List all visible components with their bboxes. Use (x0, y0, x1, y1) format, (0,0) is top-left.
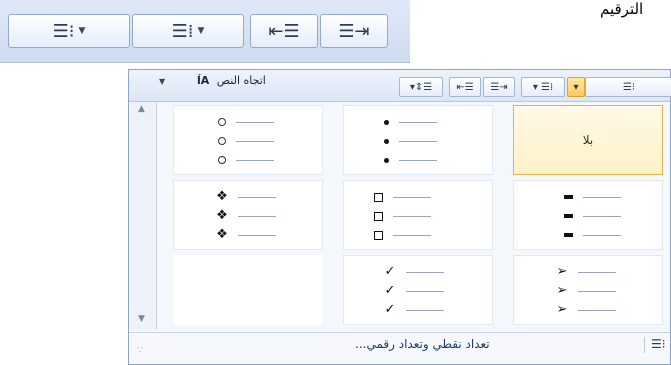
increase-indent-icon: ☰⇥ (338, 20, 370, 42)
bullet-dot-icon (384, 157, 389, 163)
none-label: بلا (582, 133, 594, 147)
bullet-square-icon (374, 230, 383, 240)
bullet-check-icon: ✓ (384, 283, 396, 298)
decrease-indent-icon: ⇤☰ (456, 81, 474, 93)
resize-grip[interactable]: ∵ (137, 346, 143, 356)
bullet-check-icon: ✓ (384, 302, 396, 317)
bullet-arrow-icon: ➢ (556, 264, 568, 279)
bullet-arrow-icon: ➢ (556, 283, 568, 298)
increase-indent-icon: ☰⇥ (490, 81, 508, 93)
decrease-indent-icon: ⇤☰ (268, 20, 300, 42)
decrease-indent-button[interactable]: ⇤☰ (449, 77, 481, 97)
numbering-title: الترقيم (600, 0, 644, 18)
bullet-ring-icon (218, 137, 226, 145)
bullets-and-numbering-link[interactable]: تعداد نقطي وتعداد رقمي... (355, 337, 490, 351)
increase-indent-button[interactable]: ☰⇥ (320, 14, 388, 48)
bullet-dash-icon (564, 195, 573, 199)
text-direction-label: اتجاه النص (216, 74, 266, 87)
numbering-split-button[interactable]: ▾ ☰⁞ (521, 77, 565, 97)
numbering-list-icon: ▾ ☰⁞ (532, 81, 554, 93)
chevron-down-icon[interactable]: ▼ (78, 26, 85, 36)
decrease-indent-button[interactable]: ⇤☰ (250, 14, 318, 48)
panel-footer: تعداد نقطي وتعداد رقمي... ☰⁝ ∵ (129, 332, 670, 357)
bullet-option-arrow[interactable]: ➢ ➢ ➢ (513, 255, 663, 325)
bullet-option-square[interactable] (343, 180, 493, 250)
bullet-dash-icon (564, 233, 573, 237)
bullets-button[interactable]: ☰⁝ (585, 77, 671, 97)
bullet-diamond-icon: ❖ (216, 208, 228, 223)
bullet-arrow-icon: ➢ (556, 302, 568, 317)
bullet-option-dash[interactable] (513, 180, 663, 250)
scroll-down-icon[interactable]: ▼ (138, 314, 145, 324)
bullet-square-icon (374, 211, 383, 221)
bullet-option-none[interactable]: بلا (513, 105, 663, 175)
increase-indent-button[interactable]: ☰⇥ (483, 77, 515, 97)
bullets-list-icon: ☰⁝ (644, 337, 669, 353)
text-direction-icon: ĺA (197, 74, 210, 87)
bullets-dropdown-arrow[interactable]: ▾ (567, 77, 585, 97)
bullet-option-dot[interactable] (343, 105, 493, 175)
vertical-scrollbar[interactable]: ▲ ▼ (130, 102, 157, 330)
bullet-diamond-icon: ❖ (216, 189, 228, 204)
bullet-square-icon (374, 192, 383, 202)
bullet-option-empty (173, 255, 323, 325)
chevron-down-icon[interactable]: ▼ (159, 77, 165, 86)
numbering-list-icon: ☰⁞ (171, 20, 194, 42)
bullet-option-ring[interactable] (173, 105, 323, 175)
panel-toolbar: اتجاه النص ĺA ▼ ▾⇕☰ ⇤☰ ☰⇥ ▾ ☰⁞ ▾ ☰⁝ (129, 70, 671, 102)
scroll-up-icon[interactable]: ▲ (138, 104, 145, 114)
bullet-dash-icon (564, 214, 573, 218)
chevron-down-icon[interactable]: ▼ (197, 26, 204, 36)
bullet-option-diamond[interactable]: ❖ ❖ ❖ (173, 180, 323, 250)
ribbon-group-paragraph: ☰⁝ ▼ ☰⁞ ▼ ⇤☰ ☰⇥ (0, 0, 410, 63)
bullet-library-dropdown: اتجاه النص ĺA ▼ ▾⇕☰ ⇤☰ ☰⇥ ▾ ☰⁞ ▾ ☰⁝ ▲ ▼ … (128, 69, 671, 365)
bullets-split-button[interactable]: ☰⁝ ▼ (8, 14, 130, 48)
bullet-dot-icon (384, 138, 389, 144)
bullet-diamond-icon: ❖ (216, 227, 228, 242)
bullet-ring-icon (218, 156, 226, 164)
bullet-option-check[interactable]: ✓ ✓ ✓ (343, 255, 493, 325)
bullet-check-icon: ✓ (384, 264, 396, 279)
numbering-split-button[interactable]: ☰⁞ ▼ (132, 14, 244, 48)
line-spacing-button[interactable]: ▾⇕☰ (399, 77, 443, 97)
chevron-down-icon: ▾ (573, 81, 579, 93)
bullet-dot-icon (384, 119, 389, 125)
bullets-list-icon: ☰⁝ (52, 20, 75, 42)
bullets-list-icon: ☰⁝ (622, 81, 636, 93)
line-spacing-icon: ▾⇕☰ (409, 81, 433, 93)
text-direction-button[interactable]: اتجاه النص ĺA (197, 74, 266, 87)
bullet-ring-icon (218, 118, 226, 126)
